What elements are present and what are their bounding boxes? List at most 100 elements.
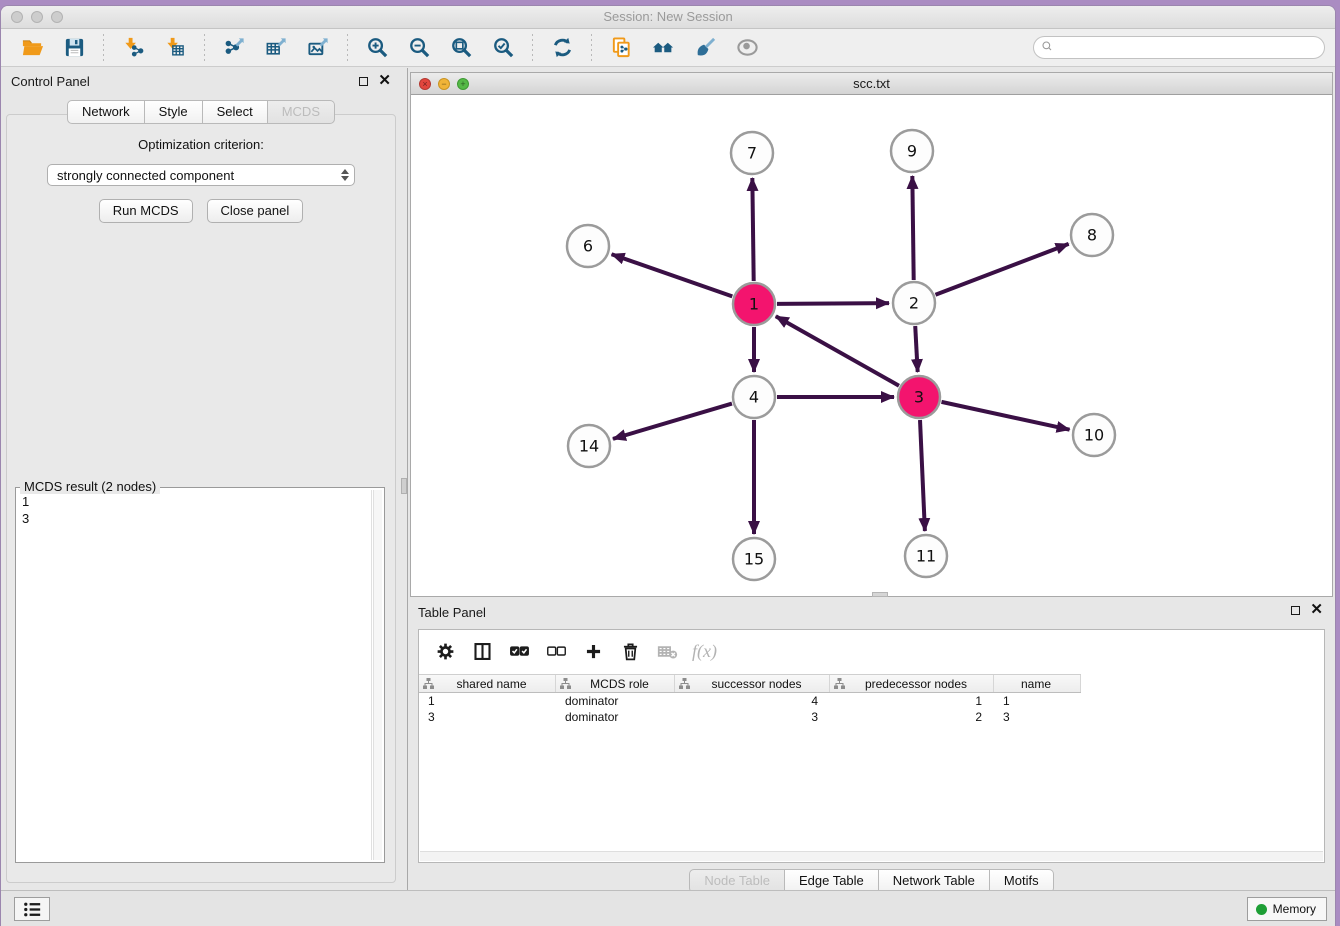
graph-edge-1-7[interactable]: [752, 178, 753, 281]
table-settings-icon[interactable]: [433, 639, 457, 663]
cell: 1: [830, 694, 994, 708]
table-toolbar: f(x): [419, 630, 1324, 670]
app-window: Session: New Session Control: [0, 5, 1336, 926]
export-network-icon[interactable]: [219, 33, 249, 63]
graph-node-label: 1: [749, 295, 759, 314]
table-row[interactable]: 1dominator411: [419, 693, 1081, 709]
search-input[interactable]: [1033, 36, 1325, 59]
network-canvas[interactable]: 7968124314101511: [411, 95, 1332, 596]
result-scrollbar[interactable]: [373, 490, 382, 860]
toolbar-separator: [347, 34, 348, 62]
open-session-icon[interactable]: [17, 33, 47, 63]
graph-edge-4-14[interactable]: [613, 404, 732, 439]
export-image-icon[interactable]: [303, 33, 333, 63]
window-controls: [11, 11, 63, 23]
deselect-all-icon[interactable]: [544, 639, 568, 663]
graph-edge-1-6[interactable]: [612, 254, 733, 296]
panel-splitter[interactable]: [401, 68, 408, 890]
cell: 4: [675, 694, 830, 708]
network-maximize-icon[interactable]: +: [457, 78, 469, 90]
select-all-icon[interactable]: [507, 639, 531, 663]
graph-edge-2-9[interactable]: [912, 176, 913, 280]
mcds-panel: Optimization criterion: strongly connect…: [6, 114, 396, 883]
search-icon: [1041, 40, 1057, 56]
network-minimize-icon[interactable]: −: [438, 78, 450, 90]
export-table-icon[interactable]: [261, 33, 291, 63]
network-resize-handle[interactable]: [872, 592, 888, 597]
network-close-icon[interactable]: ×: [419, 78, 431, 90]
tab-style[interactable]: Style: [145, 100, 203, 124]
close-window-icon[interactable]: [11, 11, 23, 23]
import-table-icon[interactable]: [160, 33, 190, 63]
toolbar-separator: [532, 34, 533, 62]
network-area: × − + scc.txt 7968124314101511: [408, 68, 1335, 890]
close-table-panel-icon[interactable]: ✕: [1310, 604, 1323, 616]
node-table: f(x) shared nameMCDS rolesuccessor nodes…: [418, 629, 1325, 863]
graph-edge-3-11[interactable]: [920, 420, 925, 531]
close-panel-button[interactable]: Close panel: [207, 199, 304, 223]
graph-node-label: 15: [744, 550, 764, 569]
cell: dominator: [556, 710, 675, 724]
optimization-criterion-dropdown[interactable]: strongly connected component: [47, 164, 355, 186]
float-table-panel-icon[interactable]: [1291, 606, 1300, 615]
graph-node-label: 3: [914, 388, 924, 407]
mcds-result-text[interactable]: 1 3: [18, 490, 372, 860]
zoom-in-icon[interactable]: [362, 33, 392, 63]
run-mcds-button[interactable]: Run MCDS: [99, 199, 193, 223]
zoom-out-icon[interactable]: [404, 33, 434, 63]
column-header-name[interactable]: name: [994, 675, 1081, 692]
graph-node-label: 7: [747, 144, 757, 163]
network-graph[interactable]: 7968124314101511: [411, 95, 1336, 597]
graph-edge-2-8[interactable]: [935, 244, 1068, 295]
tab-select[interactable]: Select: [203, 100, 268, 124]
graph-node-label: 10: [1084, 426, 1104, 445]
delete-row-icon[interactable]: [618, 639, 642, 663]
memory-status-icon: [1256, 904, 1267, 915]
home-icon[interactable]: [648, 33, 678, 63]
column-header-predecessor-nodes[interactable]: predecessor nodes: [830, 675, 994, 692]
zoom-selected-icon[interactable]: [488, 33, 518, 63]
add-row-icon[interactable]: [581, 639, 605, 663]
zoom-fit-icon[interactable]: [446, 33, 476, 63]
graph-node-label: 11: [916, 547, 936, 566]
table-row[interactable]: 3dominator323: [419, 709, 1081, 725]
refresh-icon[interactable]: [547, 33, 577, 63]
graph-node-label: 6: [583, 237, 593, 256]
dropdown-stepper-icon: [341, 169, 349, 181]
memory-label: Memory: [1273, 902, 1316, 916]
toggle-graphics-details-icon[interactable]: [690, 33, 720, 63]
column-visibility-icon[interactable]: [470, 639, 494, 663]
optimization-criterion-label: Optimization criterion:: [7, 137, 395, 152]
network-window-titlebar[interactable]: × − + scc.txt: [411, 73, 1332, 95]
table-horizontal-scrollbar[interactable]: [420, 851, 1323, 861]
memory-button[interactable]: Memory: [1247, 897, 1327, 921]
network-view-window: × − + scc.txt 7968124314101511: [410, 72, 1333, 597]
minimize-window-icon[interactable]: [31, 11, 43, 23]
splitter-handle-icon[interactable]: [401, 478, 407, 494]
graph-edge-3-10[interactable]: [941, 402, 1069, 430]
toolbar-separator: [591, 34, 592, 62]
graph-edge-1-2[interactable]: [777, 303, 889, 304]
tab-mcds[interactable]: MCDS: [268, 100, 335, 124]
zoom-window-icon[interactable]: [51, 11, 63, 23]
duplicate-network-icon[interactable]: [606, 33, 636, 63]
show-log-button[interactable]: [14, 897, 50, 921]
column-header-shared-name[interactable]: shared name: [419, 675, 556, 692]
toolbar-separator: [204, 34, 205, 62]
import-network-icon[interactable]: [118, 33, 148, 63]
graph-node-label: 14: [579, 437, 599, 456]
cell: dominator: [556, 694, 675, 708]
column-header-successor-nodes[interactable]: successor nodes: [675, 675, 830, 692]
bird-eye-view-icon[interactable]: [732, 33, 762, 63]
graph-edge-2-3[interactable]: [915, 326, 917, 372]
save-session-icon[interactable]: [59, 33, 89, 63]
graph-edge-3-1[interactable]: [776, 316, 899, 385]
close-panel-icon[interactable]: ✕: [378, 75, 391, 87]
control-panel: Control Panel ✕ NetworkStyleSelectMCDS O…: [1, 68, 401, 890]
delete-column-icon: [655, 639, 679, 663]
session-title: Session: New Session: [1, 6, 1335, 28]
float-panel-icon[interactable]: [359, 77, 368, 86]
column-header-MCDS-role[interactable]: MCDS role: [556, 675, 675, 692]
tab-network[interactable]: Network: [67, 100, 145, 124]
table-body: 1dominator4113dominator323: [419, 693, 1324, 725]
